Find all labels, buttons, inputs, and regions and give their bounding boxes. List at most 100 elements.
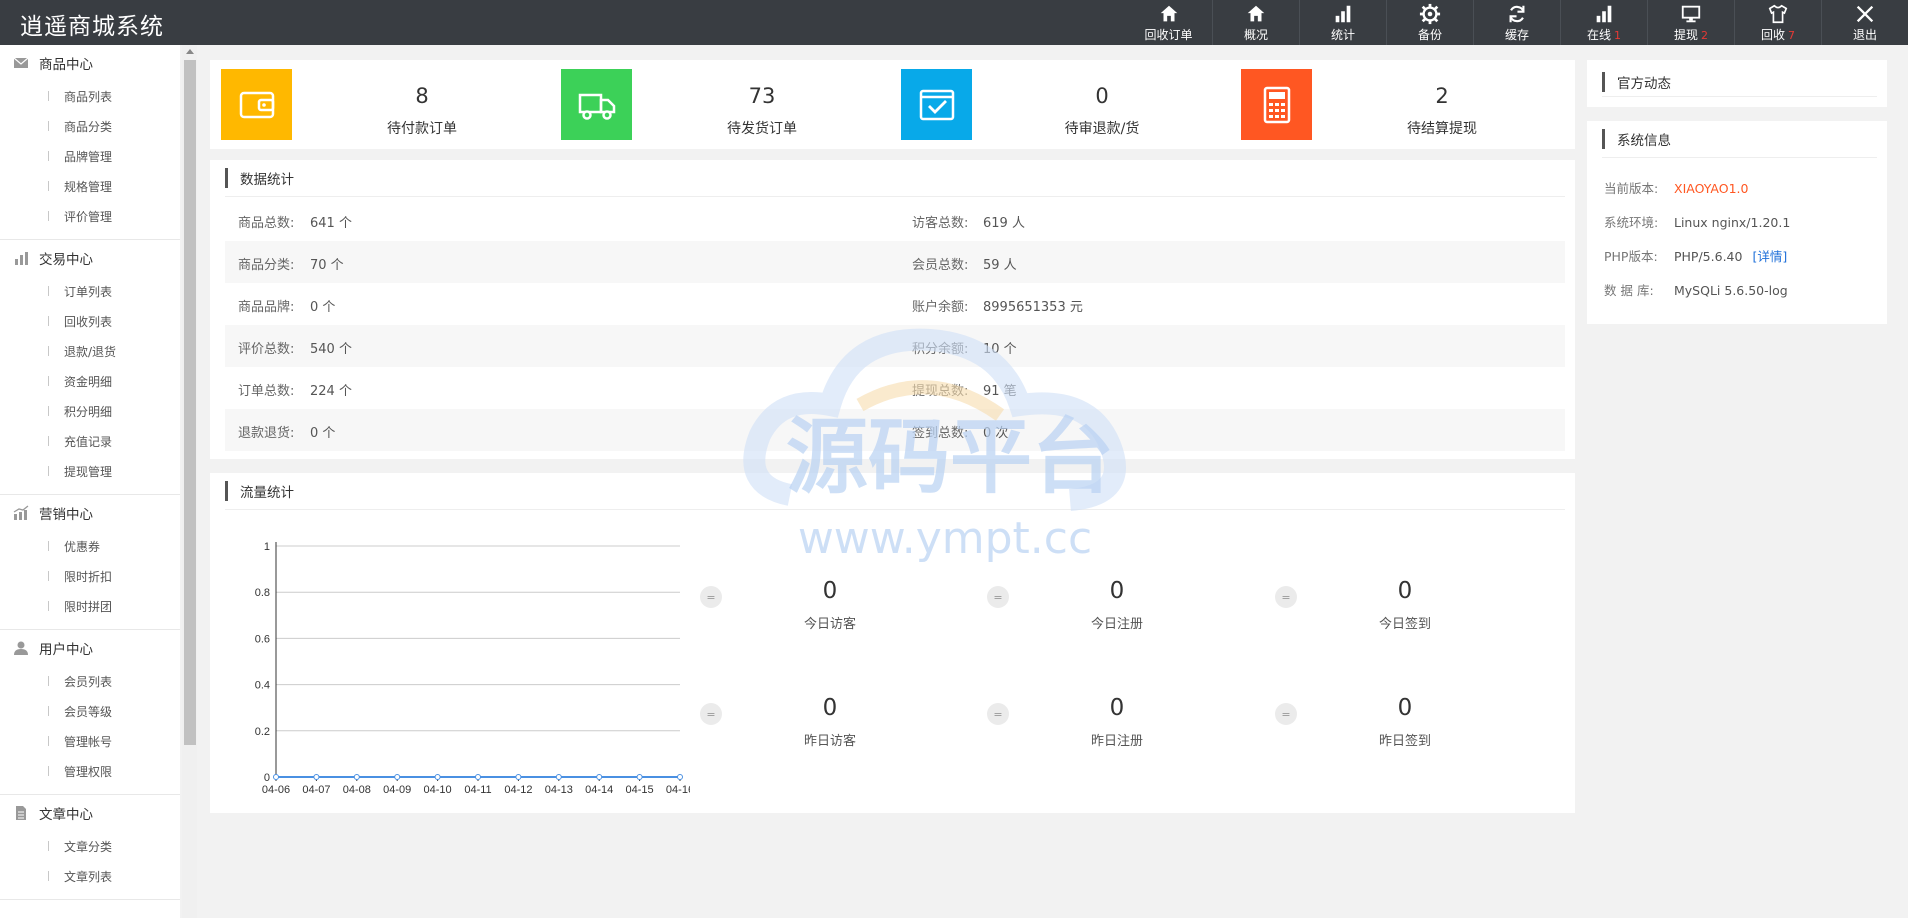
stat-value: 0 个 bbox=[310, 300, 336, 315]
nav-badge: 7 bbox=[1788, 28, 1795, 42]
stat-key: 评价总数: bbox=[238, 342, 295, 357]
traffic-stat: = 0 昨日访客 bbox=[700, 695, 930, 755]
nav-label: 退出 bbox=[1852, 27, 1877, 42]
sidebar-item[interactable]: 会员等级 bbox=[0, 696, 180, 726]
sidebar-item-label: 回收列表 bbox=[64, 314, 113, 329]
stat-value: 70 个 bbox=[310, 258, 344, 273]
stat-card[interactable]: 0 待审退款/货 bbox=[901, 69, 1231, 140]
sidebar-item[interactable]: 文章列表 bbox=[0, 861, 180, 891]
equals-icon: = bbox=[700, 703, 722, 725]
nav-online[interactable]: 在线 1 bbox=[1560, 0, 1647, 45]
sidebar-item[interactable]: 品牌管理 bbox=[0, 141, 180, 171]
stat-value: 540 个 bbox=[310, 342, 352, 357]
traffic-panel: 流量统计 0 0.2 0.4 0.6 0.8 1 04-06 04-07 04-08 04-09 0… bbox=[210, 473, 1575, 813]
stat-label: 待审退款/货 bbox=[1064, 121, 1140, 137]
data-stats-row: 商品分类: 70 个 会员总数: 59 人 bbox=[225, 241, 1565, 283]
sidebar-scrollbar[interactable] bbox=[182, 45, 197, 918]
data-stats-row: 商品品牌: 0 个 账户余额: 8995651353 元 bbox=[225, 283, 1565, 325]
stat-card[interactable]: 73 待发货订单 bbox=[561, 69, 891, 140]
nav-backup[interactable]: 备份 bbox=[1386, 0, 1473, 45]
stat-key: 账户余额: bbox=[912, 300, 969, 315]
sidebar-item[interactable]: 评价管理 bbox=[0, 201, 180, 231]
data-point bbox=[475, 774, 481, 780]
stat-card[interactable]: 8 待付款订单 bbox=[221, 69, 551, 140]
sidebar-group-title[interactable]: 营销中心 bbox=[0, 495, 180, 531]
nav-label: 回收订单 bbox=[1144, 27, 1193, 42]
stat-key: 订单总数: bbox=[238, 384, 295, 399]
sidebar-item-label: 评价管理 bbox=[64, 209, 113, 224]
sidebar-item[interactable]: 优惠券 bbox=[0, 531, 180, 561]
home-icon bbox=[1160, 5, 1177, 21]
sidebar-item-label: 文章分类 bbox=[64, 839, 113, 854]
sidebar-item-label: 积分明细 bbox=[64, 404, 113, 419]
scrollbar-thumb[interactable] bbox=[184, 60, 196, 745]
sidebar-group-title[interactable]: 用户中心 bbox=[0, 630, 180, 666]
php-details-link[interactable]: [详情] bbox=[1752, 249, 1787, 264]
data-point bbox=[273, 774, 279, 780]
chart-icon bbox=[13, 505, 29, 520]
stat-card[interactable]: 2 待结算提现 bbox=[1241, 69, 1571, 140]
nav-statistics[interactable]: 统计 bbox=[1299, 0, 1386, 45]
nav-label: 在线 bbox=[1586, 27, 1611, 42]
sidebar-item[interactable]: 会员列表 bbox=[0, 666, 180, 696]
traffic-line-chart: 0 0.2 0.4 0.6 0.8 1 04-06 04-07 04-08 04-09 04-10 0… bbox=[255, 541, 690, 796]
traffic-stat-label: 今日签到 bbox=[1378, 617, 1431, 632]
nav-cache[interactable]: 缓存 bbox=[1473, 0, 1560, 45]
stat-icon-box bbox=[901, 69, 972, 140]
sidebar-item-label: 提现管理 bbox=[64, 464, 113, 479]
nav-overview[interactable]: 概况 bbox=[1212, 0, 1299, 45]
sidebar-item[interactable]: 管理帐号 bbox=[0, 726, 180, 756]
sidebar-item[interactable]: 退款/退货 bbox=[0, 336, 180, 366]
sidebar-group-label: 商品中心 bbox=[39, 57, 93, 73]
sidebar-item[interactable]: 文章分类 bbox=[0, 831, 180, 861]
divider bbox=[1602, 157, 1877, 158]
divider bbox=[225, 196, 1565, 197]
x-tick-label: 04-12 bbox=[504, 784, 532, 796]
info-row-version: 当前版本: XIAOYAO1.0 bbox=[1604, 178, 1748, 197]
sidebar-group-title[interactable]: 交易中心 bbox=[0, 240, 180, 276]
sidebar-item-label: 文章列表 bbox=[64, 869, 113, 884]
sidebar-item[interactable]: 规格管理 bbox=[0, 171, 180, 201]
data-point bbox=[555, 774, 562, 780]
sidebar-group-title[interactable]: 文章中心 bbox=[0, 795, 180, 831]
nav-recycle[interactable]: 回收 7 bbox=[1734, 0, 1821, 45]
sysinfo-panel: 系统信息 当前版本: XIAOYAO1.0 系统环境: Linux nginx/1.… bbox=[1587, 121, 1887, 324]
sidebar-item[interactable]: 管理权限 bbox=[0, 756, 180, 786]
stat-value: 59 人 bbox=[983, 258, 1017, 273]
info-row-db: 数 据 库: MySQLi 5.6.50-log bbox=[1604, 280, 1788, 299]
sidebar-item[interactable]: 商品列表 bbox=[0, 81, 180, 111]
sidebar-item[interactable]: 资金明细 bbox=[0, 366, 180, 396]
stat-key: 会员总数: bbox=[912, 258, 969, 273]
sidebar-item[interactable]: 订单列表 bbox=[0, 276, 180, 306]
nav-recycle-orders[interactable]: 回收订单 bbox=[1125, 0, 1212, 45]
sidebar-group-trade: 交易中心 订单列表 回收列表 退款/退货 资金明细 积分明细 充值记录 提现管理 bbox=[0, 240, 180, 495]
info-value: MySQLi 5.6.50-log bbox=[1674, 283, 1788, 298]
section-title: 数据统计 bbox=[225, 168, 294, 188]
nav-withdraw[interactable]: 提现 2 bbox=[1647, 0, 1734, 45]
nav-logout[interactable]: 退出 bbox=[1821, 0, 1908, 45]
stat-value: 0 个 bbox=[310, 426, 336, 441]
stat-label: 待结算提现 bbox=[1407, 121, 1477, 137]
gear-icon bbox=[1419, 3, 1441, 24]
sidebar-item[interactable]: 回收列表 bbox=[0, 306, 180, 336]
stat-value: 224 个 bbox=[310, 384, 352, 399]
sidebar-group-title[interactable]: 商品中心 bbox=[0, 45, 180, 81]
traffic-stat: = 0 今日签到 bbox=[1275, 578, 1505, 638]
traffic-stat: = 0 今日访客 bbox=[700, 578, 930, 638]
sidebar-group-marketing: 营销中心 优惠券 限时折扣 限时拼团 bbox=[0, 495, 180, 630]
sidebar-item[interactable]: 限时折扣 bbox=[0, 561, 180, 591]
data-stats-row: 订单总数: 224 个 提现总数: 91 笔 bbox=[225, 367, 1565, 409]
sidebar-item[interactable]: 商品分类 bbox=[0, 111, 180, 141]
divider bbox=[1602, 96, 1877, 97]
traffic-stat-value: 0 bbox=[1397, 578, 1413, 604]
scroll-up-arrow-icon[interactable] bbox=[186, 49, 194, 54]
x-tick-label: 04-15 bbox=[626, 784, 654, 796]
sidebar-item[interactable]: 充值记录 bbox=[0, 426, 180, 456]
sidebar-item[interactable]: 积分明细 bbox=[0, 396, 180, 426]
sidebar-item[interactable]: 限时拼团 bbox=[0, 591, 180, 621]
nav-badge: 2 bbox=[1701, 28, 1708, 42]
sidebar-item-label: 优惠券 bbox=[64, 539, 101, 554]
y-tick-label: 0.4 bbox=[255, 680, 270, 692]
traffic-stat: = 0 今日注册 bbox=[987, 578, 1217, 638]
sidebar-item[interactable]: 提现管理 bbox=[0, 456, 180, 486]
